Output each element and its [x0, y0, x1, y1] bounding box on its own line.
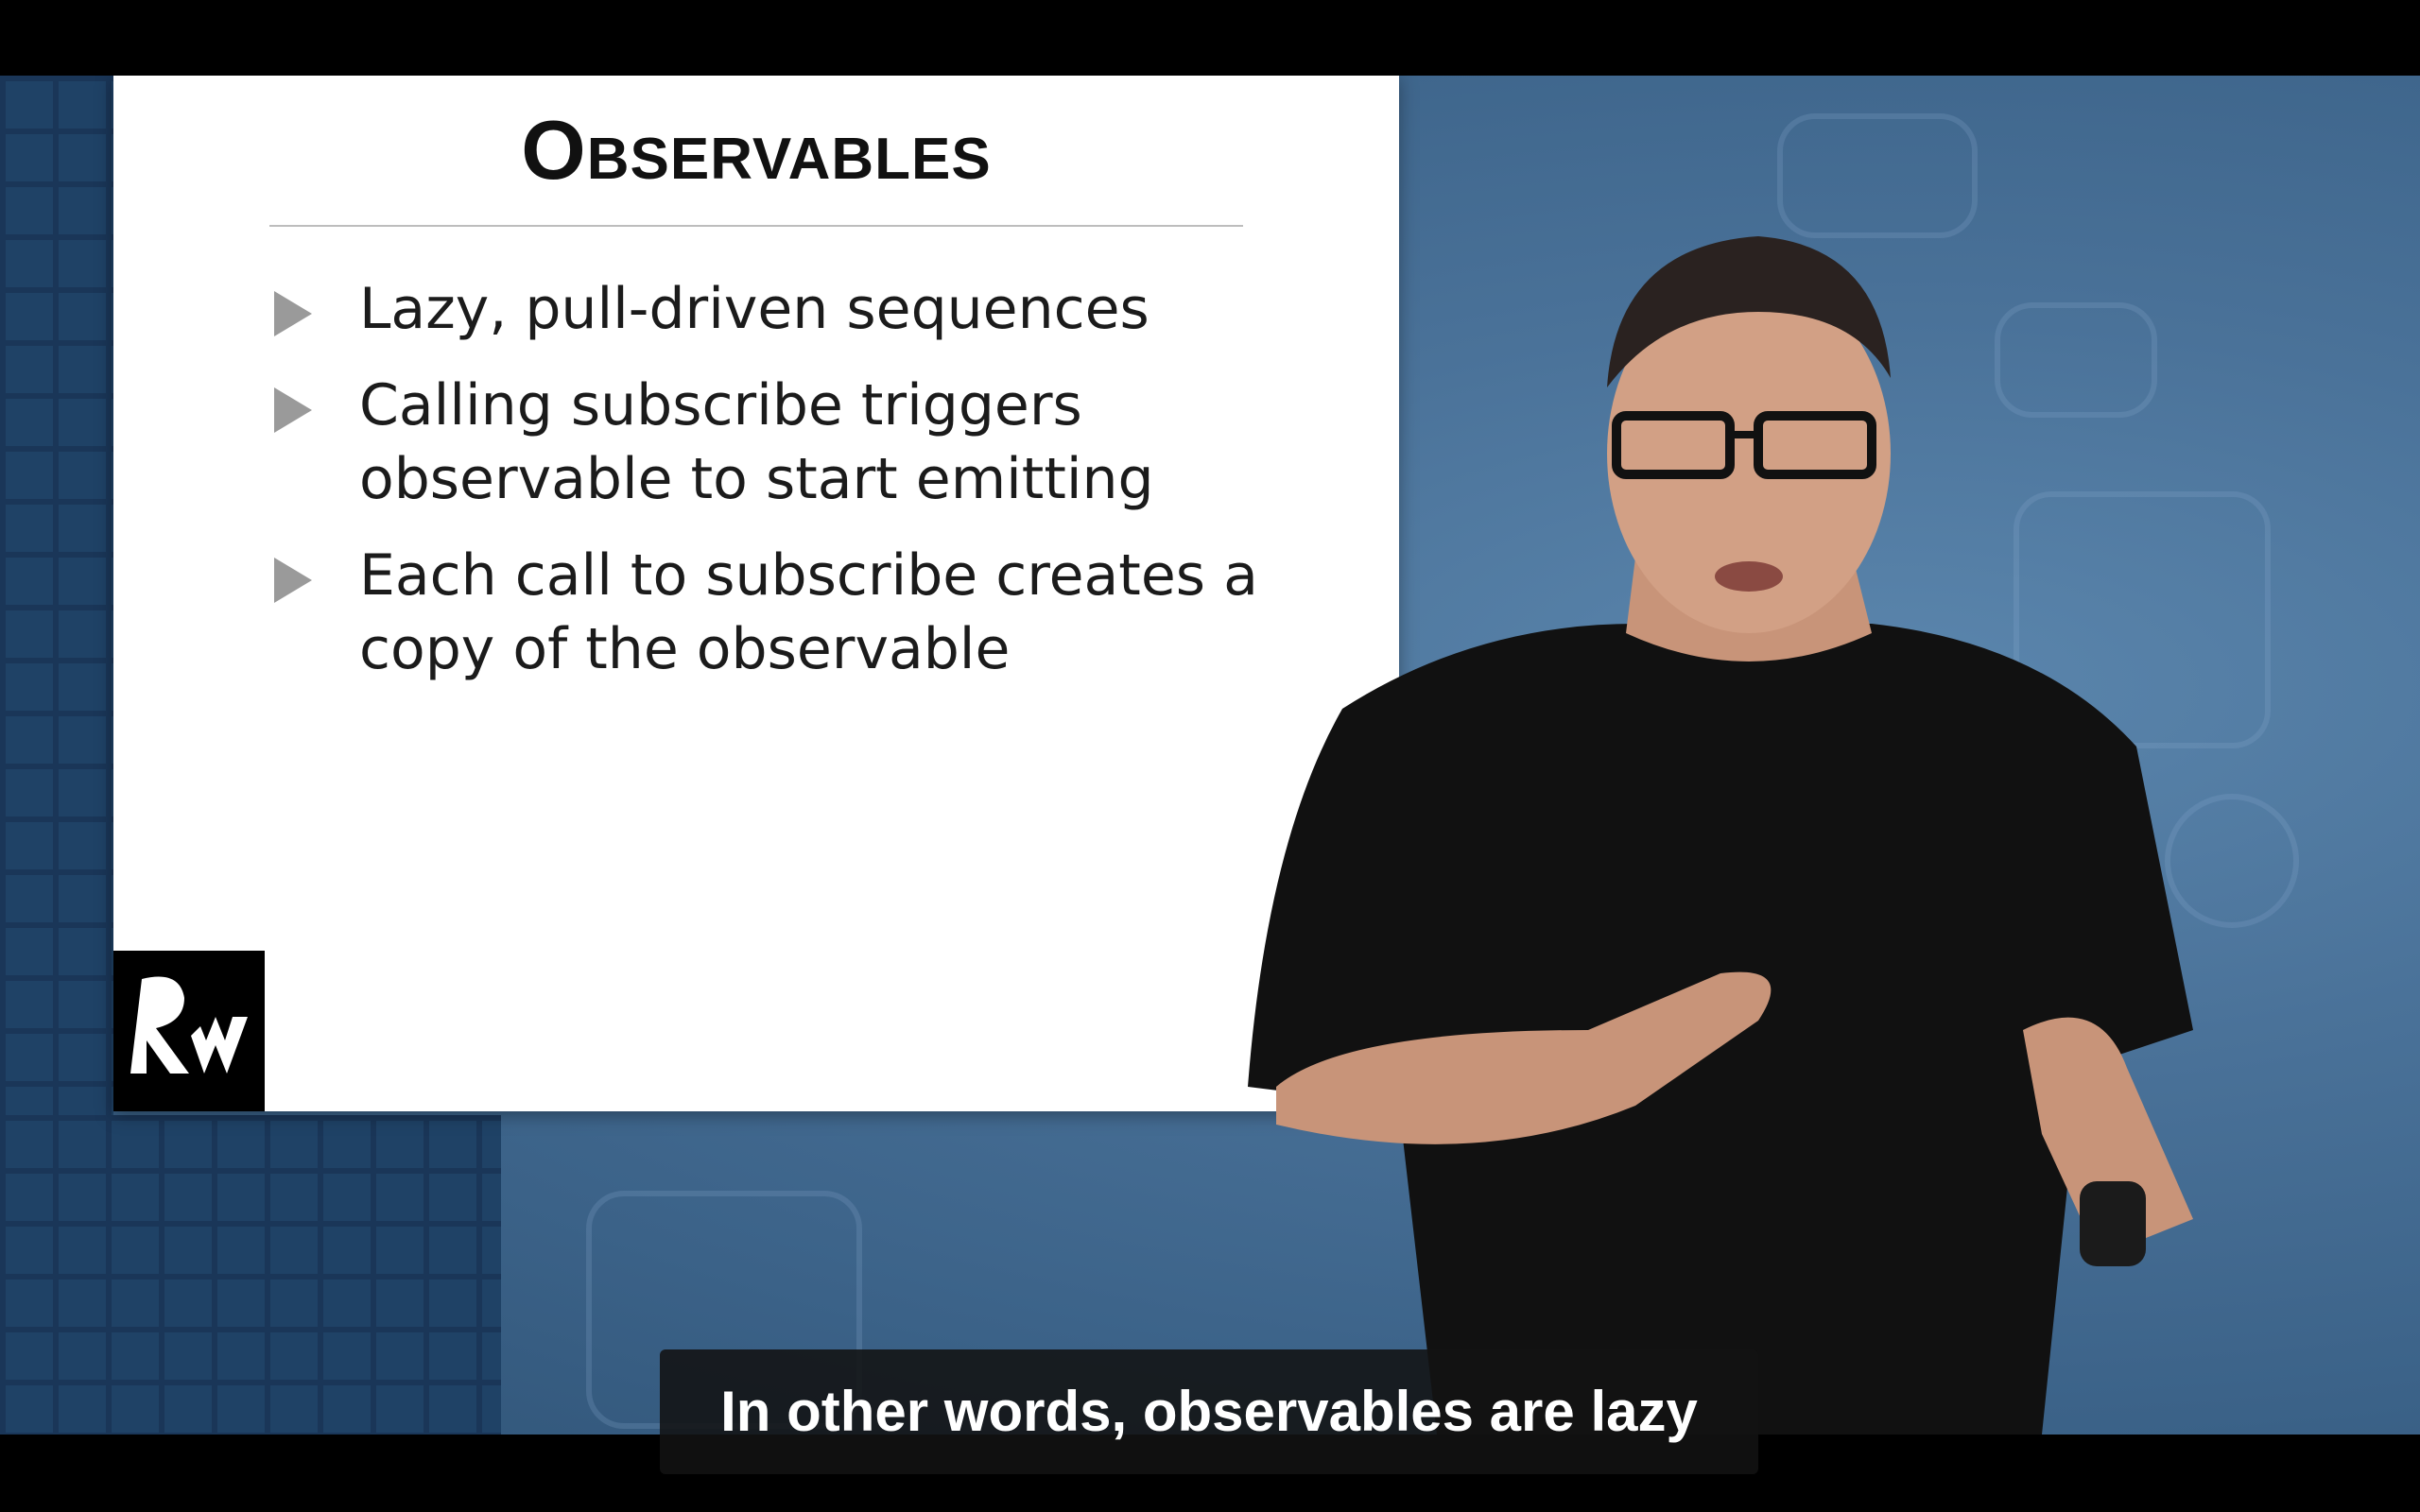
rw-logo-icon: [113, 951, 265, 1111]
bullet-item: Calling subscribe triggers observable to…: [274, 369, 1314, 516]
bullet-line: Calling subscribe triggers: [359, 372, 1082, 438]
letterbox-top: [0, 0, 2420, 76]
play-triangle-icon: [274, 558, 312, 603]
bullet-list: Lazy, pull-driven sequences Calling subs…: [274, 272, 1314, 709]
play-triangle-icon: [274, 387, 312, 433]
video-frame[interactable]: Observables Lazy, pull-driven sequences …: [0, 76, 2420, 1435]
tile-pattern-bottom: [0, 1115, 501, 1435]
bullet-line: Each call to subscribe creates a: [359, 542, 1258, 609]
bullet-item: Lazy, pull-driven sequences: [274, 272, 1314, 346]
play-triangle-icon: [274, 291, 312, 336]
bullet-item: Each call to subscribe creates a copy of…: [274, 539, 1314, 686]
bullet-line: observable to start emitting: [359, 446, 1154, 512]
bullet-line: Lazy, pull-driven sequences: [359, 276, 1150, 342]
bullet-line: copy of the observable: [359, 616, 1011, 682]
caption-text: In other words, observables are lazy: [720, 1380, 1698, 1443]
presenter-illustration: [1248, 236, 2193, 1435]
title-divider: [269, 225, 1243, 227]
subtitle-caption: In other words, observables are lazy: [660, 1349, 1758, 1474]
